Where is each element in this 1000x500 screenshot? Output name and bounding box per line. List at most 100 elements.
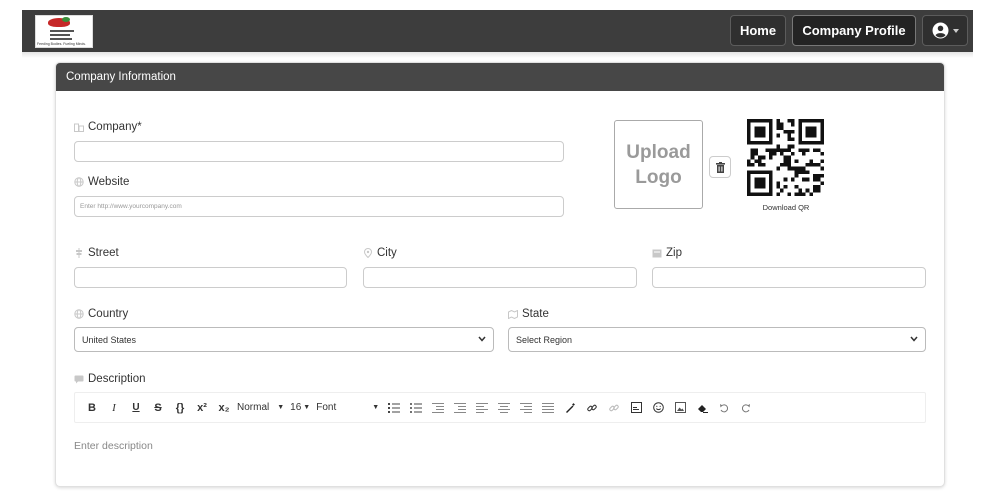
underline-button[interactable]: U: [127, 398, 145, 418]
nav-company-profile-button[interactable]: Company Profile: [792, 15, 916, 46]
user-menu-button[interactable]: [922, 15, 968, 46]
street-input[interactable]: [74, 267, 347, 288]
qr-module: [802, 119, 806, 123]
strikethrough-button[interactable]: S: [149, 398, 167, 418]
qr-module: [802, 192, 806, 196]
outdent-icon[interactable]: [429, 398, 447, 418]
nav-home-button[interactable]: Home: [730, 15, 786, 46]
subscript-button[interactable]: x₂: [215, 398, 233, 418]
qr-module: [754, 130, 758, 134]
qr-module: [783, 159, 788, 163]
paragraph-style-select[interactable]: Normal ▼: [237, 402, 284, 413]
qr-module: [816, 177, 821, 182]
font-family-value: Font: [316, 402, 337, 413]
align-right-icon[interactable]: [517, 398, 535, 418]
qr-module: [798, 192, 802, 196]
qr-module: [805, 119, 810, 123]
logo-text-line: [50, 38, 72, 40]
bold-button[interactable]: B: [83, 398, 101, 418]
italic-button[interactable]: I: [105, 398, 123, 418]
qr-module: [787, 166, 791, 171]
qr-module: [794, 192, 799, 196]
qr-module: [758, 130, 762, 134]
qr-module: [747, 126, 751, 130]
download-qr-link[interactable]: Download QR: [746, 203, 826, 212]
qr-module: [805, 163, 810, 167]
qr-module: [816, 119, 821, 123]
comment-icon: [74, 374, 84, 384]
undo-icon[interactable]: [715, 398, 733, 418]
qr-module: [798, 148, 802, 152]
qr-module: [820, 137, 824, 141]
qr-module: [758, 181, 762, 185]
qr-module: [747, 170, 751, 174]
align-center-icon[interactable]: [495, 398, 513, 418]
city-input[interactable]: [363, 267, 637, 288]
qr-module: [820, 174, 824, 178]
align-justify-icon[interactable]: [539, 398, 557, 418]
qr-module: [754, 148, 758, 152]
qr-module: [798, 122, 802, 127]
unlink-icon[interactable]: [605, 398, 623, 418]
qr-module: [747, 185, 751, 189]
qr-module: [750, 141, 755, 145]
qr-module: [813, 174, 817, 178]
font-size-select[interactable]: 16 ▼: [290, 402, 310, 413]
state-label: State: [508, 308, 549, 320]
qr-module: [816, 148, 821, 152]
insert-table-icon[interactable]: [627, 398, 645, 418]
unordered-list-icon[interactable]: [407, 398, 425, 418]
link-icon[interactable]: [583, 398, 601, 418]
qr-module: [783, 148, 788, 152]
qr-module: [754, 126, 758, 130]
country-select[interactable]: United States: [74, 327, 494, 352]
qr-module: [769, 170, 773, 174]
qr-module: [820, 122, 824, 127]
font-family-select[interactable]: Font ▼: [316, 402, 379, 413]
upload-logo-box[interactable]: Upload Logo: [614, 120, 703, 209]
logo-tagline: Feeding Bodies. Fueling Minds.: [37, 42, 87, 46]
align-left-icon[interactable]: [473, 398, 491, 418]
globe-icon: [74, 309, 84, 319]
country-label: Country: [74, 308, 128, 320]
website-input[interactable]: Enter http://www.yourcompany.com: [74, 196, 564, 217]
text-color-icon[interactable]: [561, 398, 579, 418]
qr-module: [813, 188, 817, 193]
qr-module: [809, 126, 813, 130]
qr-module: [761, 177, 766, 182]
delete-logo-button[interactable]: [709, 156, 731, 178]
indent-icon[interactable]: [451, 398, 469, 418]
qr-module: [805, 133, 810, 138]
superscript-button[interactable]: x²: [193, 398, 211, 418]
qr-module: [776, 192, 780, 196]
qr-module: [765, 141, 769, 145]
logo-text-line: [50, 34, 70, 36]
caret-down-icon: ▼: [372, 404, 380, 411]
emoji-icon[interactable]: [649, 398, 667, 418]
qr-module: [765, 192, 769, 196]
qr-module: [769, 126, 773, 130]
description-editor[interactable]: Enter description: [74, 440, 153, 452]
zip-input[interactable]: [652, 267, 926, 288]
qr-module: [813, 130, 817, 134]
qr-code-image[interactable]: [747, 119, 824, 196]
city-label-text: City: [377, 247, 397, 259]
qr-module: [776, 181, 780, 185]
redo-icon[interactable]: [737, 398, 755, 418]
qr-module: [769, 130, 773, 134]
eraser-icon[interactable]: [693, 398, 711, 418]
code-button[interactable]: {}: [171, 398, 189, 418]
school-nutrition-logo[interactable]: Feeding Bodies. Fueling Minds.: [35, 15, 93, 48]
qr-module: [791, 119, 795, 123]
ordered-list-icon[interactable]: [385, 398, 403, 418]
qr-module: [791, 166, 795, 171]
company-input[interactable]: [74, 141, 564, 162]
state-select[interactable]: Select Region: [508, 327, 926, 352]
qr-module: [769, 148, 773, 152]
qr-module: [783, 155, 788, 160]
qr-module: [791, 144, 795, 149]
insert-image-icon[interactable]: [671, 398, 689, 418]
qr-module: [802, 152, 806, 156]
qr-module: [787, 155, 791, 160]
qr-module: [754, 159, 758, 163]
